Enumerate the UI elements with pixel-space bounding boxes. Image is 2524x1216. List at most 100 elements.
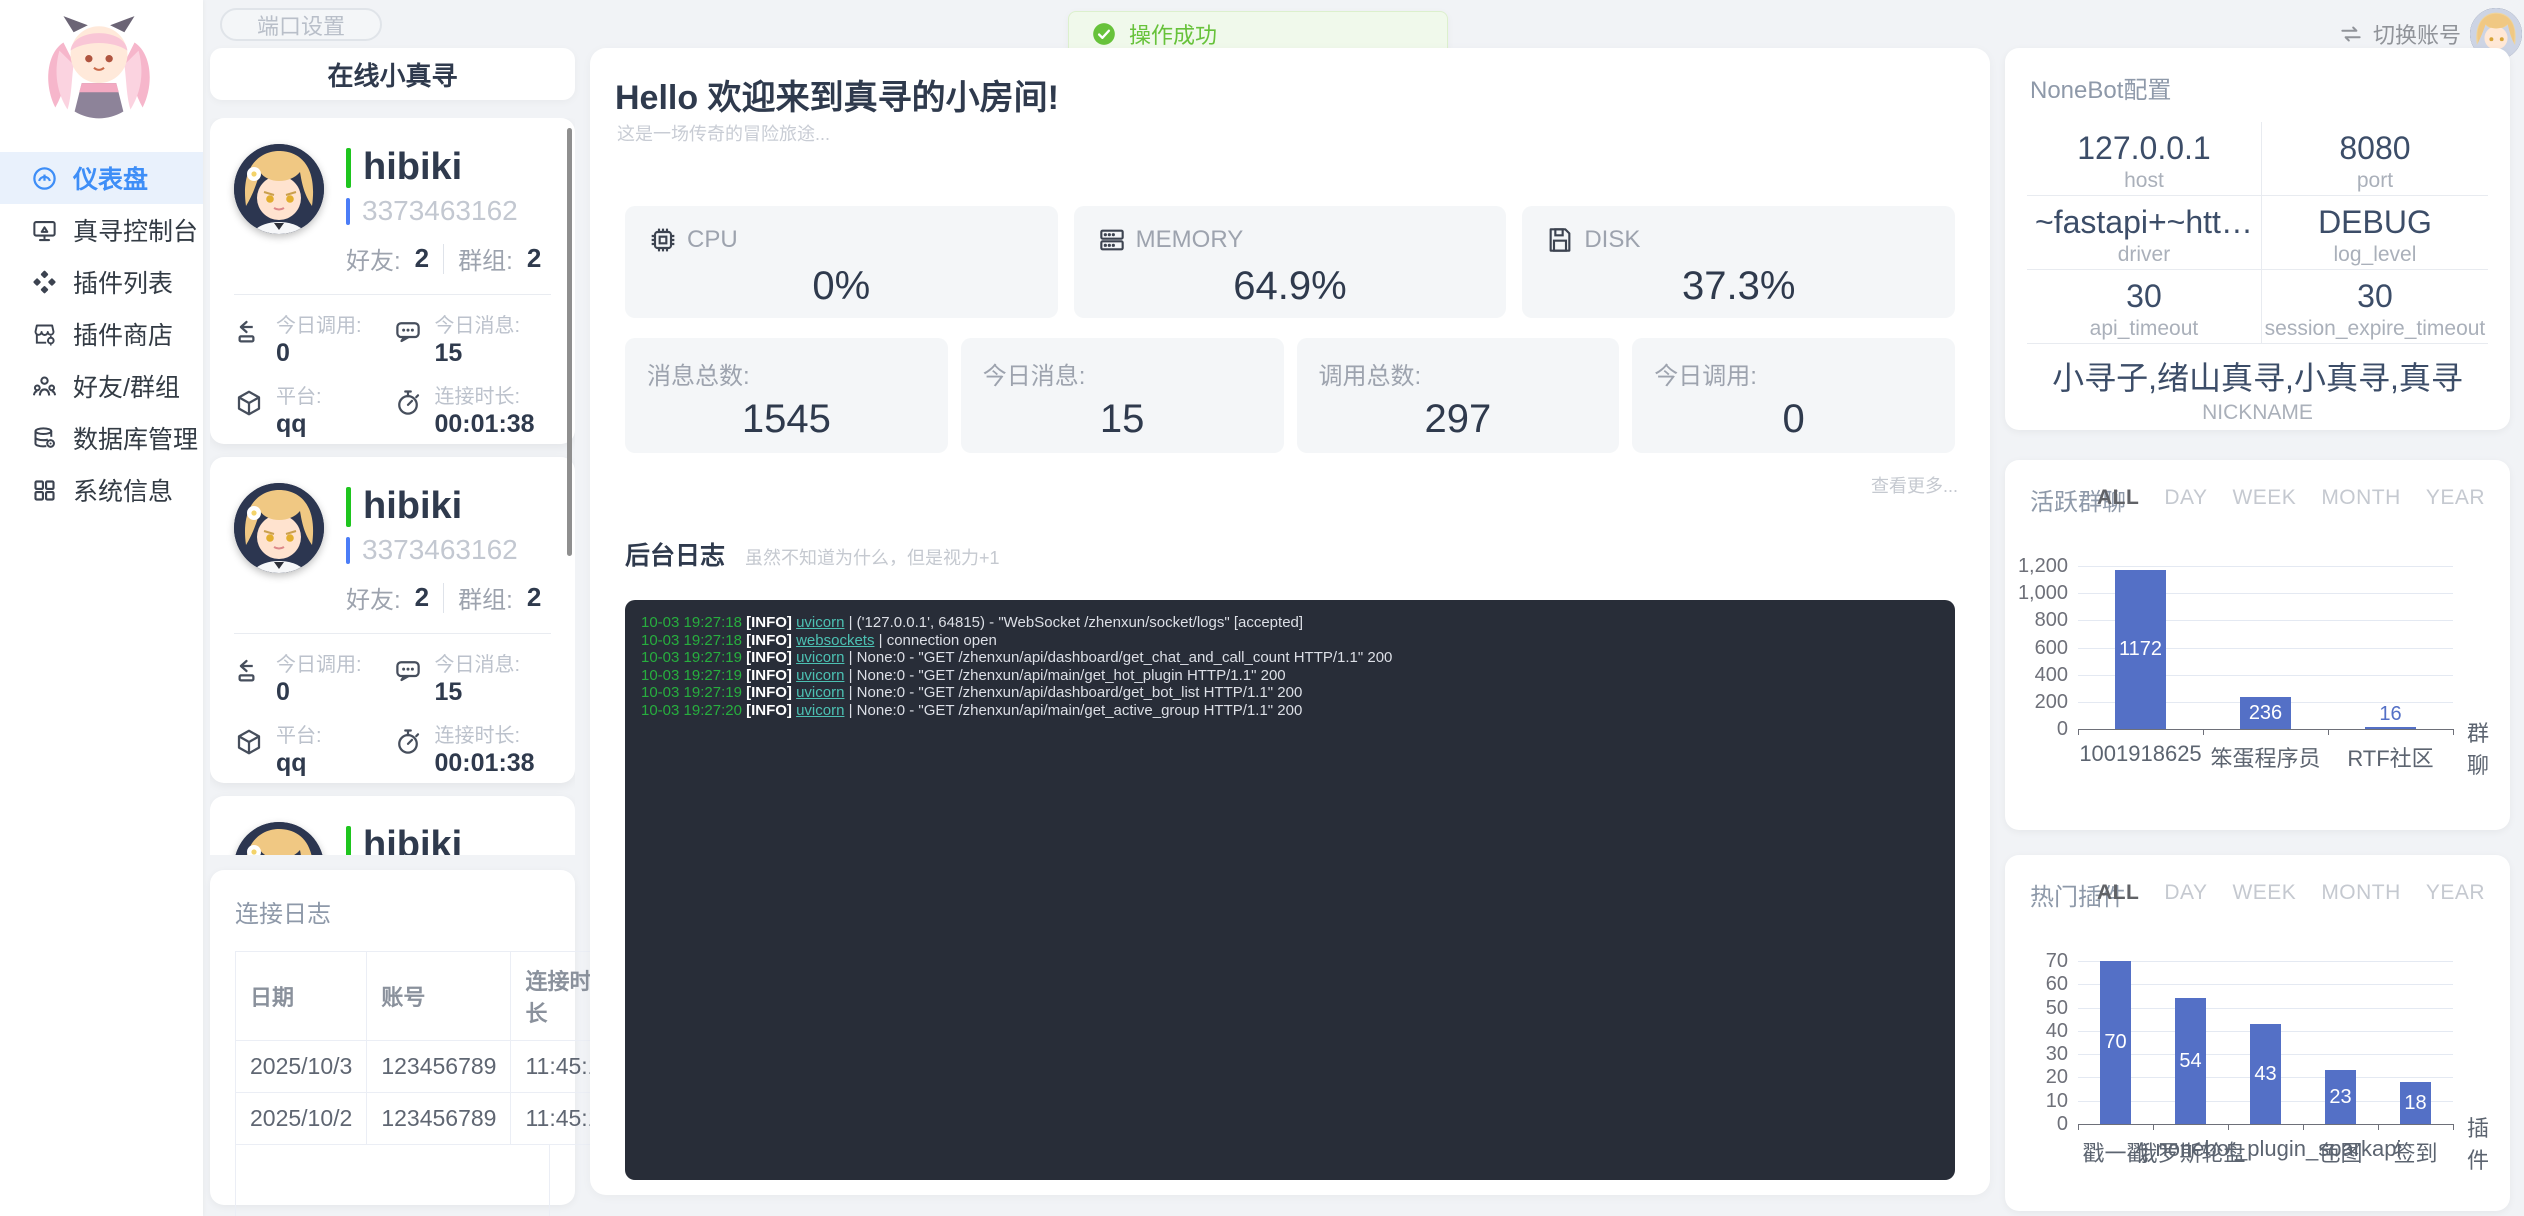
check-circle-icon <box>1091 21 1117 47</box>
page-title: Hello 欢迎来到真寻的小房间! <box>615 70 1059 119</box>
bot-stat-value: 15 <box>435 339 521 368</box>
online-bots-list[interactable]: hibiki 3373463162 好友:2 群组:2 今日调用:0 今日消息:… <box>210 118 575 855</box>
friends-icon <box>31 373 58 400</box>
active-groups-chart-card: 活跃群聊 ALLDAYWEEKMONTHYEAR 02004006008001,… <box>2005 460 2510 830</box>
config-label: driver <box>2027 243 2261 267</box>
backend-log-hint: 虽然不知道为什么，但是视力+1 <box>745 544 1000 570</box>
stat-card: 调用总数: 297 <box>1297 338 1620 453</box>
bot-card: hibiki 3373463162 好友:2 群组:2 今日调用:0 今日消息:… <box>210 457 575 783</box>
config-label: session_expire_timeout <box>2262 317 2488 341</box>
bot-id: 3373463162 <box>362 195 518 227</box>
sidebar-menu: 仪表盘 真寻控制台 插件列表 插件商店 好友/群组 数据库管理 系统信息 <box>0 152 203 516</box>
friends-label: 好友: <box>346 241 401 276</box>
log-logger-link[interactable]: uvicorn <box>796 667 844 684</box>
config-value: 127.0.0.1 <box>2027 130 2261 167</box>
call-icon <box>234 656 264 686</box>
groups-label: 群组: <box>458 580 513 615</box>
table-row: 2025/10/312345678911:45:14 <box>236 1041 628 1093</box>
bot-card: hibiki 3373463162 好友:2 群组:2 今日调用:0 今日消息:… <box>210 118 575 444</box>
duration-icon <box>393 727 423 757</box>
sidebar-item-database[interactable]: 数据库管理 <box>0 412 203 464</box>
connection-log-card: 连接日志 日期账号连接时长 2025/10/312345678911:45:14… <box>210 870 575 1205</box>
log-logger-link[interactable]: uvicorn <box>796 684 844 701</box>
sidebar-item-plugin-list[interactable]: 插件列表 <box>0 256 203 308</box>
memory-icon <box>1096 224 1128 256</box>
bar-RTF社区 <box>2365 727 2416 729</box>
sidebar-item-console[interactable]: 真寻控制台 <box>0 204 203 256</box>
message-icon <box>393 656 423 686</box>
log-logger-link[interactable]: websockets <box>796 632 874 649</box>
system-usage-card: DISK 37.3% <box>1522 206 1955 318</box>
main-panel: Hello 欢迎来到真寻的小房间! 这是一场传奇的冒险旅途... CPU 0% … <box>590 48 1990 1195</box>
connection-log-table: 日期账号连接时长 2025/10/312345678911:45:142025/… <box>235 951 628 1145</box>
bot-stat: 平台:qq <box>234 719 393 778</box>
bot-stat: 平台:qq <box>234 380 393 439</box>
sidebar: 仪表盘 真寻控制台 插件列表 插件商店 好友/群组 数据库管理 系统信息 <box>0 0 203 1216</box>
system-usage-label: CPU <box>687 226 738 254</box>
log-logger-link[interactable]: uvicorn <box>796 649 844 666</box>
log-line: 10-03 19:27:19 [INFO] uvicorn | None:0 -… <box>641 649 1939 667</box>
bot-stat-label: 连接时长: <box>435 380 535 409</box>
view-more-link[interactable]: 查看更多... <box>1871 472 1958 498</box>
platform-icon <box>234 727 264 757</box>
stat-card-value: 15 <box>983 397 1262 442</box>
bot-stat-label: 今日消息: <box>435 648 521 677</box>
name-accent-bar <box>346 487 351 527</box>
sidebar-item-label: 数据库管理 <box>73 420 198 456</box>
bot-stat: 今日调用:0 <box>234 648 393 707</box>
bot-name: hibiki <box>363 146 462 189</box>
sidebar-item-label: 插件列表 <box>73 264 173 300</box>
friends-count: 2 <box>415 582 429 613</box>
system-usage-label: MEMORY <box>1136 226 1244 254</box>
table-row: 2025/10/212345678911:45:14 <box>236 1093 628 1145</box>
bot-stat-value: qq <box>276 410 322 439</box>
config-cell: ~fastapi+~htt… driver <box>2027 196 2262 270</box>
sidebar-item-label: 仪表盘 <box>73 160 148 196</box>
stat-card-label: 调用总数: <box>1319 356 1598 391</box>
bot-list-scrollbar[interactable] <box>567 128 572 556</box>
config-cell: 30 session_expire_timeout <box>2262 270 2488 344</box>
port-settings-button[interactable]: 端口设置 <box>220 8 382 41</box>
name-accent-bar <box>346 148 351 188</box>
bot-avatar <box>234 144 324 234</box>
config-value: 30 <box>2027 278 2261 315</box>
stat-card-label: 今日消息: <box>983 356 1262 391</box>
config-value: 30 <box>2262 278 2488 315</box>
sidebar-item-system-info[interactable]: 系统信息 <box>0 464 203 516</box>
config-cell: DEBUG log_level <box>2262 196 2488 270</box>
log-logger-link[interactable]: uvicorn <box>796 702 844 719</box>
sidebar-item-friends[interactable]: 好友/群组 <box>0 360 203 412</box>
bot-stat-value: 00:01:38 <box>435 410 535 439</box>
system-usage-label: DISK <box>1584 226 1640 254</box>
hot-plugins-bar-chart: 01020304050607070戳一戳54俄罗斯轮盘43nonebot_plu… <box>2005 855 2510 1211</box>
bot-stat: 今日调用:0 <box>234 309 393 368</box>
stat-card-value: 0 <box>1654 397 1933 442</box>
sidebar-item-label: 真寻控制台 <box>73 212 198 248</box>
log-logger-link[interactable]: uvicorn <box>796 614 844 631</box>
config-value: 8080 <box>2262 130 2488 167</box>
bot-id: 3373463162 <box>362 534 518 566</box>
sidebar-item-plugin-store[interactable]: 插件商店 <box>0 308 203 360</box>
config-label: api_timeout <box>2027 317 2261 341</box>
active-groups-bar-chart: 02004006008001,0001,20011721001918625236… <box>2005 460 2510 830</box>
bot-name: hibiki <box>363 824 462 855</box>
bot-stat: 连接时长:00:01:38 <box>393 719 552 778</box>
dashboard-page: 仪表盘 真寻控制台 插件列表 插件商店 好友/群组 数据库管理 系统信息 端口设… <box>0 0 2524 1216</box>
bot-stat-value: 00:01:38 <box>435 749 535 778</box>
bot-stat: 今日消息:15 <box>393 309 552 368</box>
log-line: 10-03 19:27:20 [INFO] uvicorn | None:0 -… <box>641 702 1939 720</box>
config-label: log_level <box>2262 243 2488 267</box>
backend-log-console[interactable]: 10-03 19:27:18 [INFO] uvicorn | ('127.0.… <box>625 600 1955 1180</box>
nonebot-config-card: NoneBot配置 127.0.0.1 host 8080 port ~fast… <box>2005 48 2510 430</box>
table-empty-area <box>235 1145 550 1216</box>
app-logo <box>33 12 165 130</box>
stat-card-label: 消息总数: <box>647 356 926 391</box>
bot-stat-value: qq <box>276 749 322 778</box>
friends-label: 好友: <box>346 580 401 615</box>
log-line: 10-03 19:27:19 [INFO] uvicorn | None:0 -… <box>641 684 1939 702</box>
stat-card: 今日消息: 15 <box>961 338 1284 453</box>
sidebar-item-dashboard[interactable]: 仪表盘 <box>0 152 203 204</box>
config-label: port <box>2262 169 2488 193</box>
stat-card-label: 今日调用: <box>1654 356 1933 391</box>
system-usage-value: 37.3% <box>1544 264 1933 309</box>
